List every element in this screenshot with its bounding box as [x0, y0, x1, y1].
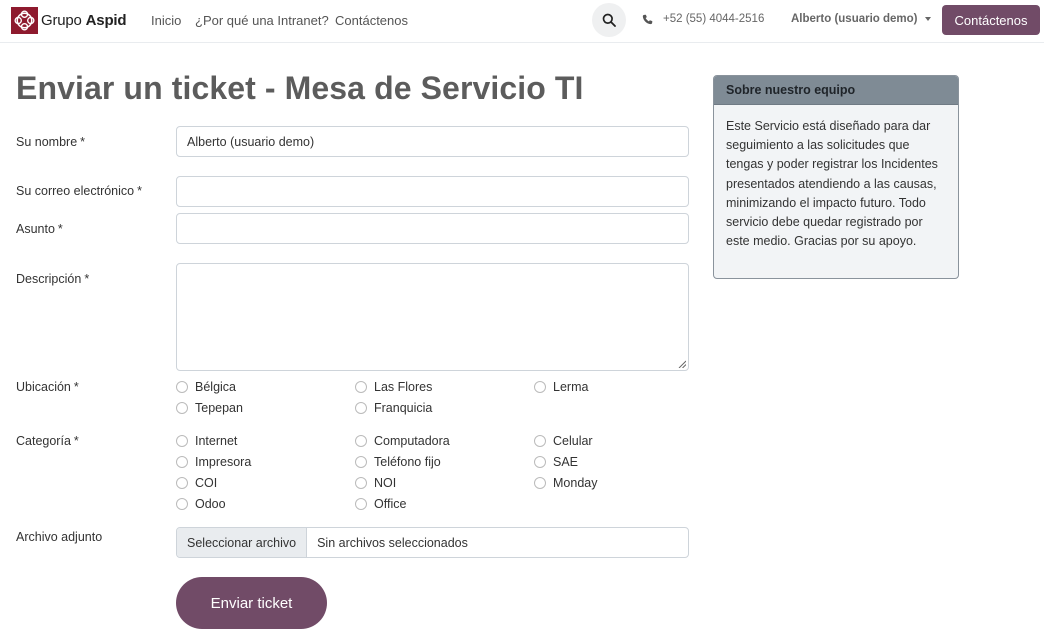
- logo-icon: [11, 7, 38, 34]
- file-input[interactable]: Seleccionar archivo Sin archivos selecci…: [176, 527, 689, 558]
- resize-handle-icon[interactable]: [678, 360, 686, 368]
- category-radio-telefono-fijo[interactable]: Teléfono fijo: [355, 455, 441, 469]
- radio-icon: [176, 456, 188, 468]
- location-radio-tepepan[interactable]: Tepepan: [176, 401, 243, 415]
- nav-link-contactenos[interactable]: Contáctenos: [335, 13, 408, 28]
- radio-icon: [176, 402, 188, 414]
- user-menu[interactable]: Alberto (usuario demo): [791, 13, 931, 25]
- radio-icon: [355, 435, 367, 447]
- nav-link-por-que-intranet[interactable]: ¿Por qué una Intranet?: [195, 13, 329, 28]
- location-radio-franquicia[interactable]: Franquicia: [355, 401, 432, 415]
- description-label: Descripción *: [16, 272, 90, 286]
- top-navbar: Grupo Aspid Inicio ¿Por qué una Intranet…: [0, 0, 1044, 43]
- phone-contact[interactable]: +52 (55) 4044-2516: [642, 13, 764, 25]
- location-radio-belgica[interactable]: Bélgica: [176, 380, 236, 394]
- radio-icon: [176, 435, 188, 447]
- attachment-label: Archivo adjunto: [16, 530, 103, 544]
- card-title: Sobre nuestro equipo: [714, 76, 958, 105]
- category-radio-computadora[interactable]: Computadora: [355, 434, 450, 448]
- name-value: Alberto (usuario demo): [187, 134, 315, 149]
- email-label: Su correo electrónico *: [16, 184, 142, 198]
- description-textarea[interactable]: [176, 263, 689, 371]
- brand[interactable]: Grupo Aspid: [11, 7, 127, 34]
- category-radio-noi[interactable]: NOI: [355, 476, 396, 490]
- submit-ticket-button[interactable]: Enviar ticket: [176, 577, 327, 629]
- email-field[interactable]: [176, 176, 689, 207]
- phone-icon: [642, 14, 653, 24]
- category-radio-odoo[interactable]: Odoo: [176, 497, 226, 511]
- radio-icon: [534, 477, 546, 489]
- file-status: Sin archivos seleccionados: [317, 535, 468, 550]
- category-radio-celular[interactable]: Celular: [534, 434, 593, 448]
- location-radio-las-flores[interactable]: Las Flores: [355, 380, 432, 394]
- nav-link-inicio[interactable]: Inicio: [151, 13, 181, 28]
- search-button[interactable]: [592, 3, 626, 37]
- subject-field[interactable]: [176, 213, 689, 244]
- radio-icon: [355, 381, 367, 393]
- category-label: Categoría *: [16, 434, 79, 448]
- radio-icon: [176, 477, 188, 489]
- radio-icon: [534, 456, 546, 468]
- category-radio-internet[interactable]: Internet: [176, 434, 237, 448]
- about-team-card: Sobre nuestro equipo Este Servicio está …: [713, 75, 959, 279]
- radio-icon: [355, 456, 367, 468]
- brand-name: Grupo Aspid: [41, 12, 127, 29]
- user-name: Alberto (usuario demo): [791, 13, 918, 25]
- name-field[interactable]: Alberto (usuario demo): [176, 126, 689, 157]
- caret-down-icon: [924, 17, 931, 21]
- radio-icon: [355, 402, 367, 414]
- contact-button[interactable]: Contáctenos: [942, 5, 1040, 35]
- page-title: Enviar un ticket - Mesa de Servicio TI: [16, 70, 584, 106]
- choose-file-button[interactable]: Seleccionar archivo: [177, 528, 308, 557]
- card-body: Este Servicio está diseñado para dar seg…: [726, 119, 938, 249]
- category-radio-impresora[interactable]: Impresora: [176, 455, 251, 469]
- category-radio-office[interactable]: Office: [355, 497, 406, 511]
- radio-icon: [534, 435, 546, 447]
- category-radio-coi[interactable]: COI: [176, 476, 217, 490]
- location-radio-lerma[interactable]: Lerma: [534, 380, 588, 394]
- radio-icon: [534, 381, 546, 393]
- subject-label: Asunto *: [16, 222, 63, 236]
- radio-icon: [176, 498, 188, 510]
- location-label: Ubicación *: [16, 380, 79, 394]
- radio-icon: [176, 381, 188, 393]
- search-icon: [602, 13, 616, 27]
- name-label: Su nombre *: [16, 135, 86, 149]
- radio-icon: [355, 477, 367, 489]
- category-radio-sae[interactable]: SAE: [534, 455, 578, 469]
- category-radio-monday[interactable]: Monday: [534, 476, 597, 490]
- phone-number: +52 (55) 4044-2516: [663, 13, 765, 25]
- radio-icon: [355, 498, 367, 510]
